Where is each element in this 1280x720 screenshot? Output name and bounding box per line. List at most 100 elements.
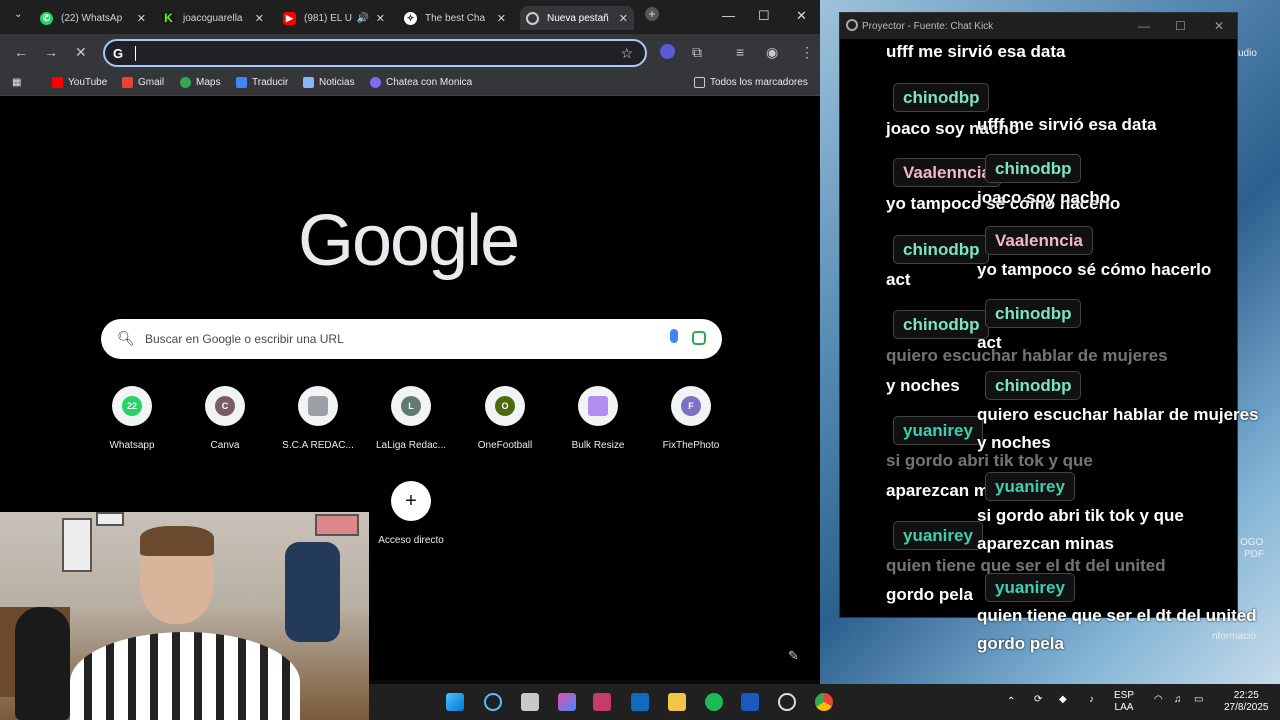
bookmark-traducir[interactable]: Traducir <box>236 77 288 88</box>
tab-kick[interactable]: K joacoguarella ✕ <box>162 6 270 30</box>
chat-message: quiero escuchar hablar de mujeres <box>977 405 1259 424</box>
close-icon[interactable]: ✕ <box>497 12 506 25</box>
desktop-label[interactable]: nformació <box>1212 631 1256 642</box>
openai-icon: ✧ <box>404 11 417 25</box>
windows-start-icon[interactable] <box>446 693 464 711</box>
bookmark-noticias[interactable]: Noticias <box>303 77 355 88</box>
wall-poster <box>62 518 92 572</box>
shortcut-whatsapp[interactable]: 22 Whatsapp <box>84 386 180 451</box>
shortcut-label: Canva <box>210 440 240 451</box>
tab-whatsapp[interactable]: ✆ (22) WhatsAp ✕ <box>40 6 152 30</box>
tab-chatgpt[interactable]: ✧ The best Cha ✕ <box>404 6 512 30</box>
letter-avatar-icon: F <box>681 396 701 416</box>
battery-icon[interactable]: ▭ <box>1194 694 1203 706</box>
chrome-icon <box>526 11 539 25</box>
back-icon[interactable]: ← <box>14 44 28 60</box>
copilot-icon[interactable] <box>558 693 576 711</box>
close-icon[interactable]: ✕ <box>137 12 146 25</box>
profile-icon[interactable]: ◉ <box>766 44 778 61</box>
google-logo: Google <box>298 201 520 281</box>
monica-extension-icon[interactable] <box>660 44 675 59</box>
spotify-icon[interactable] <box>705 693 723 711</box>
shortcut-label: Whatsapp <box>109 440 155 451</box>
speaker-icon[interactable]: 🔊 <box>357 13 369 24</box>
media-controls-icon[interactable]: ≡ <box>736 44 744 60</box>
add-shortcut-button[interactable]: + Acceso directo <box>363 481 459 546</box>
voice-search-icon[interactable] <box>670 329 678 343</box>
stop-icon[interactable]: ✕ <box>75 44 87 61</box>
desktop-label[interactable]: OGO <box>1240 537 1263 548</box>
desktop-label[interactable]: PDF <box>1244 549 1264 560</box>
bookmark-gmail[interactable]: Gmail <box>122 77 164 88</box>
shortcut-laliga[interactable]: L LaLiga Redac... <box>363 386 459 451</box>
time: 22:25 <box>1233 690 1259 701</box>
shortcut-onefootball[interactable]: O OneFootball <box>457 386 553 451</box>
word-icon[interactable] <box>741 693 759 711</box>
chat-message: y noches <box>886 376 960 395</box>
shortcut-label: S.C.A REDAC... <box>282 440 354 451</box>
plus-icon: + <box>391 481 431 521</box>
bookmark-monica[interactable]: Chatea con Monica <box>370 77 472 88</box>
tab-label: The best Cha <box>425 12 486 24</box>
bookmark-youtube[interactable]: YouTube <box>52 77 107 88</box>
projector-title: Proyector - Fuente: Chat Kick <box>862 20 994 32</box>
tab-search-icon[interactable]: ⌄ <box>14 9 22 20</box>
shortcut-sca[interactable]: S.C.A REDAC... <box>270 386 366 451</box>
minimize-icon[interactable]: — <box>722 8 735 23</box>
microphone-icon[interactable]: ♪ <box>1089 694 1094 706</box>
shortcut-canva[interactable]: C Canva <box>177 386 273 451</box>
store-icon[interactable] <box>631 693 649 711</box>
shortcut-bulk-resize[interactable]: Bulk Resize <box>550 386 646 451</box>
shortcut-fixthephoto[interactable]: F FixThePhoto <box>643 386 739 451</box>
language-indicator[interactable]: ESP LAA <box>1114 690 1134 714</box>
search-icon[interactable] <box>484 693 502 711</box>
snipping-tool-icon[interactable] <box>593 693 611 711</box>
minimize-icon[interactable]: — <box>1138 19 1150 33</box>
close-icon[interactable]: ✕ <box>255 12 264 25</box>
desktop-label[interactable]: udio <box>1238 48 1257 59</box>
wifi-icon[interactable]: ◠ <box>1154 694 1163 706</box>
youtube-icon: ▶ <box>283 11 296 25</box>
maximize-icon[interactable]: ☐ <box>758 8 770 24</box>
new-tab-button[interactable]: + <box>645 7 659 21</box>
search-placeholder: Buscar en Google o escribir una URL <box>145 332 344 346</box>
chevron-up-icon[interactable]: ⌃ <box>1007 696 1015 708</box>
search-box[interactable]: 🔍︎ Buscar en Google o escribir una URL <box>101 319 722 359</box>
tab-label: joacoguarella <box>183 12 243 24</box>
sync-icon[interactable]: ⟳ <box>1034 694 1042 706</box>
obs-icon[interactable] <box>778 693 796 711</box>
google-icon: G <box>113 46 124 61</box>
all-bookmarks[interactable]: Todos los marcadores <box>694 77 808 88</box>
bookmark-star-icon[interactable]: ☆ <box>620 45 633 62</box>
shortcut-tile: 22 <box>112 386 152 426</box>
file-explorer-icon[interactable] <box>668 693 686 711</box>
close-window-icon[interactable]: ✕ <box>796 8 807 24</box>
chat-username: yuanirey <box>893 521 983 550</box>
maximize-icon[interactable]: ☐ <box>1175 19 1186 33</box>
menu-icon[interactable]: ⋮ <box>800 44 814 61</box>
chat-username: chinodbp <box>985 154 1082 183</box>
maps-icon <box>180 77 191 88</box>
forward-icon[interactable]: → <box>44 44 58 60</box>
customize-pencil-icon[interactable]: ✎ <box>788 648 799 664</box>
extensions-icon[interactable]: ⧉ <box>692 44 702 61</box>
bookmark-maps[interactable]: Maps <box>180 77 220 88</box>
task-view-icon[interactable] <box>521 693 539 711</box>
google-lens-icon[interactable] <box>692 331 706 345</box>
chrome-icon[interactable] <box>815 693 833 711</box>
apps-icon[interactable]: ▦ <box>12 77 21 88</box>
chat-username: yuanirey <box>985 573 1075 602</box>
close-icon[interactable]: ✕ <box>619 12 628 25</box>
bookmark-label: Maps <box>196 77 221 88</box>
tab-youtube[interactable]: ▶ (981) EL U 🔊 ✕ <box>283 6 391 30</box>
letter-avatar-icon: L <box>401 396 421 416</box>
close-icon[interactable]: ✕ <box>1214 19 1224 33</box>
security-icon[interactable]: ◆ <box>1059 694 1067 706</box>
address-bar[interactable]: G ☆ <box>103 39 647 67</box>
clock[interactable]: 22:25 27/8/2025 <box>1224 690 1269 714</box>
volume-icon[interactable]: ♫ <box>1174 694 1182 706</box>
close-icon[interactable]: ✕ <box>376 12 385 25</box>
bookmark-label: Todos los marcadores <box>710 77 808 88</box>
wall-poster <box>96 512 124 526</box>
tab-new-tab[interactable]: Nueva pestañ ✕ <box>520 6 634 30</box>
